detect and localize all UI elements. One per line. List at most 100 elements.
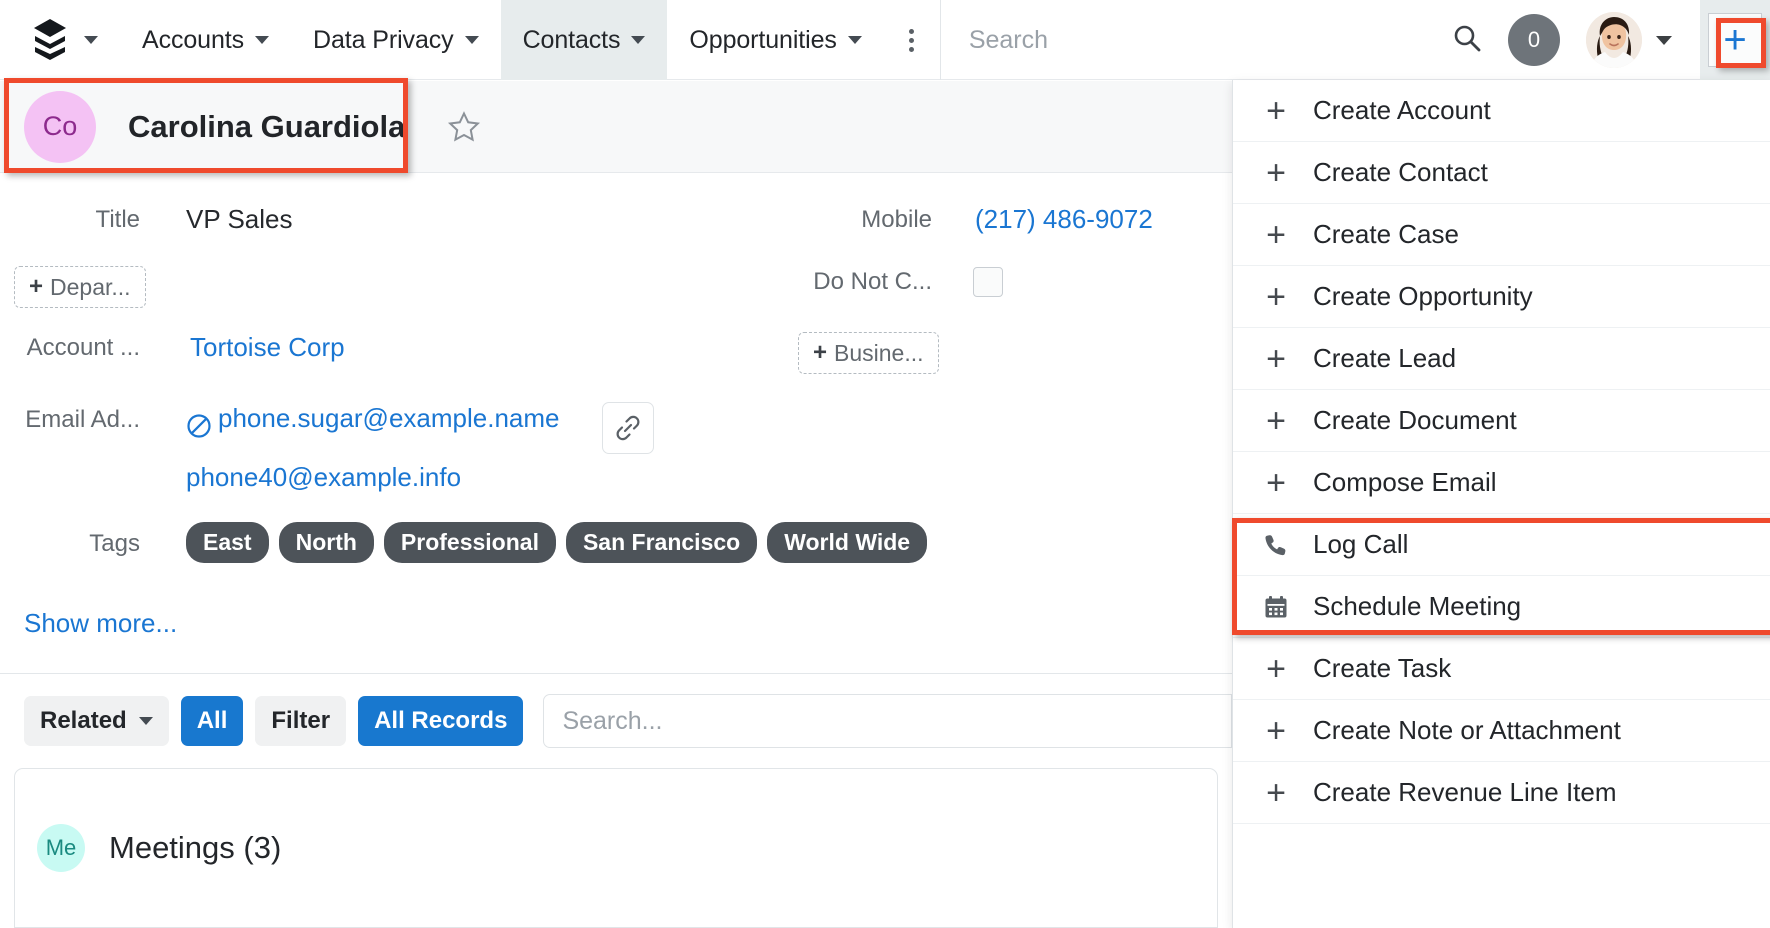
menu-item-label: Create Contact: [1313, 157, 1488, 187]
notifications-badge[interactable]: 0: [1508, 14, 1560, 66]
star-outline-icon[interactable]: [447, 110, 481, 144]
nav-module-label: Data Privacy: [313, 25, 454, 54]
tag-chip[interactable]: Professional: [383, 522, 556, 563]
plus-icon: +: [1266, 711, 1286, 750]
chevron-down-icon[interactable]: [847, 36, 862, 44]
add-business-label: Busine...: [834, 339, 924, 366]
menu-item-label: Compose Email: [1313, 467, 1497, 497]
chevron-down-icon[interactable]: [464, 36, 479, 44]
chevron-down-icon[interactable]: [255, 36, 270, 44]
nav-module-contacts[interactable]: Contacts: [500, 0, 668, 80]
tag-chip[interactable]: World Wide: [767, 522, 928, 563]
related-toolbar: Related All Filter All Records Search...: [0, 675, 1232, 767]
app-logo-button[interactable]: [0, 0, 120, 79]
user-menu[interactable]: [1586, 12, 1678, 68]
layers-stack-icon: [28, 17, 72, 63]
app-root: Accounts Data Privacy Contacts Opportuni…: [0, 0, 1770, 928]
menu-item-label: Create Lead: [1313, 343, 1457, 373]
plus-icon: +: [1266, 773, 1286, 812]
chevron-down-icon[interactable]: [1656, 35, 1672, 45]
chevron-down-icon[interactable]: [138, 717, 153, 725]
phone-icon: [1261, 532, 1291, 558]
add-business-button[interactable]: + Busine...: [798, 332, 939, 374]
all-filter-button[interactable]: All: [180, 696, 244, 746]
record-header: Co Carolina Guardiola: [0, 81, 1232, 173]
field-value-title[interactable]: VP Sales: [186, 204, 292, 235]
tag-chip[interactable]: North: [278, 522, 374, 563]
plus-icon: +: [1266, 401, 1286, 440]
record-avatar: Co: [24, 90, 96, 163]
menu-item-create-note-or-attachment[interactable]: + Create Note or Attachment: [1233, 700, 1770, 762]
menu-item-create-account[interactable]: + Create Account: [1233, 80, 1770, 142]
filter-button[interactable]: Filter: [255, 696, 347, 746]
field-label-do-not-call: Do Not C...: [813, 268, 932, 295]
global-search-input[interactable]: Search: [969, 26, 1452, 55]
menu-item-label: Log Call: [1313, 529, 1409, 559]
related-dropdown-button[interactable]: Related: [24, 696, 169, 746]
plus-icon: +: [1266, 649, 1286, 688]
add-department-button[interactable]: + Depar...: [14, 266, 146, 308]
nav-module-label: Accounts: [142, 25, 245, 54]
page-title: Carolina Guardiola: [128, 108, 406, 144]
link-chain-icon[interactable]: [602, 402, 654, 454]
global-search[interactable]: Search 0: [939, 0, 1700, 80]
create-menu-button[interactable]: +: [1700, 0, 1770, 80]
avatar[interactable]: [1586, 12, 1642, 68]
field-value-account[interactable]: Tortoise Corp: [190, 332, 345, 363]
field-value-mobile[interactable]: (217) 486-9072: [975, 204, 1153, 235]
chevron-down-icon[interactable]: [631, 36, 646, 44]
menu-item-schedule-meeting[interactable]: Schedule Meeting: [1233, 576, 1770, 638]
plus-icon: +: [1266, 463, 1286, 502]
menu-item-log-call[interactable]: Log Call: [1233, 514, 1770, 576]
field-label-mobile: Mobile: [861, 206, 932, 233]
search-icon[interactable]: [1452, 23, 1482, 58]
plus-icon: +: [1266, 91, 1286, 130]
field-label-email: Email Ad...: [25, 406, 140, 433]
add-department-label: Depar...: [50, 273, 131, 300]
field-label-tags: Tags: [89, 530, 140, 557]
all-records-button[interactable]: All Records: [358, 696, 524, 746]
related-search-input[interactable]: Search...: [543, 694, 1232, 748]
menu-item-label: Schedule Meeting: [1313, 591, 1522, 621]
menu-item-compose-email[interactable]: + Compose Email: [1233, 452, 1770, 514]
create-dropdown-menu: + Create Account + Create Contact + Crea…: [1232, 80, 1770, 928]
meetings-title: Meetings (3): [109, 830, 282, 865]
no-entry-icon: [186, 413, 212, 439]
kebab-dot: [909, 28, 915, 34]
nav-module-data-privacy[interactable]: Data Privacy: [291, 0, 501, 80]
menu-item-label: Create Case: [1313, 219, 1459, 249]
menu-item-label: Create Note or Attachment: [1313, 715, 1621, 745]
menu-item-label: Create Revenue Line Item: [1313, 777, 1617, 807]
menu-item-label: Create Document: [1313, 405, 1517, 435]
meetings-panel[interactable]: Me Meetings (3): [14, 768, 1218, 928]
field-value-email-secondary[interactable]: phone40@example.info: [186, 462, 461, 493]
top-navbar: Accounts Data Privacy Contacts Opportuni…: [0, 0, 1770, 80]
show-more-link[interactable]: Show more...: [24, 608, 177, 639]
plus-icon: +: [1266, 339, 1286, 378]
chevron-down-icon[interactable]: [84, 35, 98, 44]
menu-item-create-task[interactable]: + Create Task: [1233, 638, 1770, 700]
tag-chip[interactable]: San Francisco: [565, 522, 758, 563]
tag-chip[interactable]: East: [186, 522, 269, 563]
menu-item-create-contact[interactable]: + Create Contact: [1233, 142, 1770, 204]
nav-module-label: Contacts: [522, 25, 621, 54]
menu-item-create-case[interactable]: + Create Case: [1233, 204, 1770, 266]
nav-module-label: Opportunities: [689, 25, 837, 54]
field-label-title: Title: [95, 206, 140, 233]
kebab-dot: [909, 46, 915, 52]
field-label-account: Account ...: [26, 334, 140, 361]
field-value-email-primary[interactable]: phone.sugar@example.name: [218, 403, 560, 434]
kebab-menu-icon[interactable]: [884, 0, 940, 80]
plus-icon: +: [1266, 153, 1286, 192]
nav-module-accounts[interactable]: Accounts: [120, 0, 291, 80]
menu-item-label: Create Opportunity: [1313, 281, 1533, 311]
menu-item-create-lead[interactable]: + Create Lead: [1233, 328, 1770, 390]
menu-item-create-document[interactable]: + Create Document: [1233, 390, 1770, 452]
record-detail-panel: Title VP Sales + Depar... Account ... To…: [0, 174, 1232, 674]
menu-item-label: Create Task: [1313, 653, 1452, 683]
plus-icon[interactable]: +: [1708, 13, 1762, 67]
nav-module-opportunities[interactable]: Opportunities: [667, 0, 883, 80]
do-not-call-checkbox[interactable]: [973, 267, 1003, 297]
menu-item-create-opportunity[interactable]: + Create Opportunity: [1233, 266, 1770, 328]
menu-item-create-revenue-line-item[interactable]: + Create Revenue Line Item: [1233, 762, 1770, 824]
